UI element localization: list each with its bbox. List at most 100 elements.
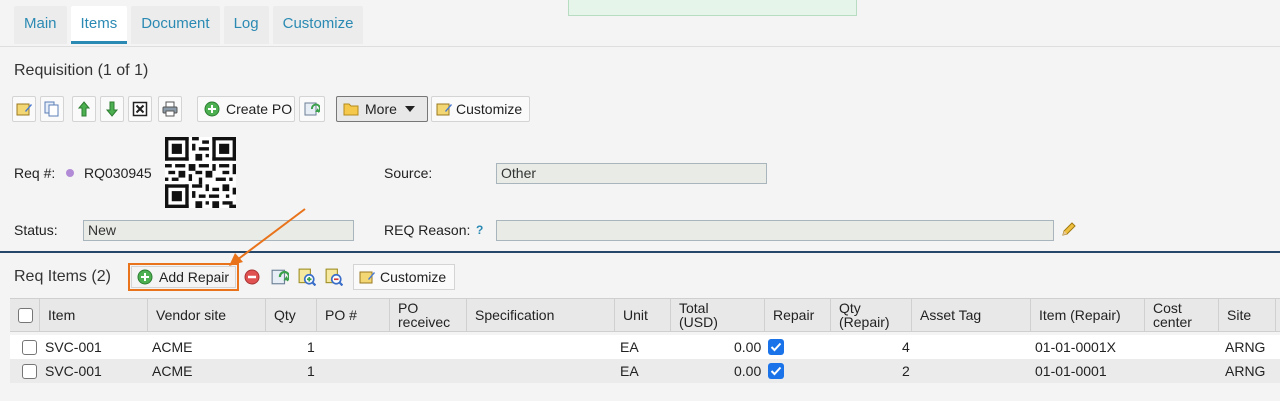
req-number-value: RQ030945 — [84, 165, 152, 181]
tab-bar: Main Items Document Log Customize — [14, 6, 367, 46]
edit-button[interactable] — [12, 96, 36, 122]
qr-code-image — [165, 137, 236, 208]
column-header-repair[interactable]: Repair — [765, 299, 831, 331]
copy-button[interactable] — [40, 96, 64, 122]
move-down-button[interactable] — [100, 96, 124, 122]
close-box-icon — [132, 101, 148, 117]
chevron-down-icon — [404, 106, 415, 112]
cell-qty-repair: 2 — [902, 363, 910, 379]
move-up-button[interactable] — [72, 96, 96, 122]
cell-item: SVC-001 — [45, 339, 102, 355]
tab-log[interactable]: Log — [223, 6, 269, 44]
edit-form-icon — [16, 103, 32, 116]
req-number-label: Req #: — [14, 165, 56, 181]
cell-total: 0.00 — [734, 363, 762, 379]
plus-circle-icon — [204, 101, 220, 117]
more-label: More — [365, 101, 397, 117]
checkmark-icon — [770, 366, 782, 376]
column-header-site[interactable]: Site — [1219, 299, 1276, 331]
column-header-item-repair[interactable]: Item (Repair) — [1031, 299, 1145, 331]
create-po-label: Create PO — [226, 101, 293, 117]
checkmark-icon — [770, 342, 782, 352]
table-header: Item Vendor site Qty PO # PO receivec Sp… — [10, 298, 1280, 332]
refresh-button[interactable] — [299, 96, 325, 122]
printer-icon — [162, 101, 178, 117]
req-reason-field[interactable] — [496, 220, 1054, 241]
column-header-po-received-label: PO receivec — [398, 300, 451, 330]
cell-site: ARNG — [1225, 363, 1266, 379]
tab-divider — [0, 46, 1280, 47]
refresh-sheet-icon — [304, 102, 320, 116]
status-field[interactable]: New — [83, 220, 354, 241]
pencil-icon[interactable] — [1060, 222, 1076, 238]
status-label: Status: — [14, 222, 58, 238]
column-header-qty-repair-label: Qty (Repair) — [839, 300, 890, 330]
cell-vendor-site: ACME — [152, 339, 193, 355]
copy-icon — [44, 101, 59, 117]
remove-circle-icon[interactable] — [244, 269, 260, 285]
cell-unit: EA — [620, 339, 639, 355]
column-header-cost-center[interactable]: Cost center — [1145, 299, 1219, 331]
column-header-total[interactable]: Total (USD) — [671, 299, 765, 331]
cell-unit: EA — [620, 363, 639, 379]
notification-toast — [568, 0, 857, 16]
requisition-title: Requisition (1 of 1) — [14, 62, 149, 79]
column-header-qty[interactable]: Qty — [266, 299, 317, 331]
column-header-unit[interactable]: Unit — [615, 299, 671, 331]
column-header-specification[interactable]: Specification — [467, 299, 615, 331]
column-header-vendor-site[interactable]: Vendor site — [148, 299, 266, 331]
tab-main[interactable]: Main — [14, 6, 67, 44]
cell-item-repair: 01-01-0001 — [1035, 363, 1107, 379]
add-repair-label: Add Repair — [159, 269, 230, 285]
cell-item-repair: 01-01-0001X — [1035, 339, 1116, 355]
row-checkbox[interactable] — [22, 340, 37, 355]
help-icon[interactable]: ? — [476, 223, 483, 237]
section-divider — [0, 251, 1280, 253]
status-dot-icon — [66, 169, 74, 177]
column-header-po-received[interactable]: PO receivec — [390, 299, 467, 331]
create-po-button[interactable]: Create PO — [197, 96, 295, 122]
tab-customize[interactable]: Customize — [272, 6, 364, 44]
repair-checkbox[interactable] — [768, 339, 784, 355]
customize-icon — [359, 271, 375, 284]
folder-icon — [343, 103, 359, 116]
tab-document[interactable]: Document — [131, 6, 220, 44]
items-customize-button[interactable]: Customize — [353, 264, 455, 290]
column-header-cost-center-label: Cost center — [1153, 300, 1192, 330]
select-all-checkbox[interactable] — [18, 307, 33, 323]
source-field[interactable]: Other — [496, 163, 767, 184]
table-row[interactable]: SVC-001 ACME 1 EA 0.00 4 01-01-0001X ARN… — [10, 335, 1280, 359]
plus-circle-icon — [137, 269, 153, 285]
zoom-in-icon[interactable] — [298, 268, 316, 286]
row-checkbox[interactable] — [22, 364, 37, 379]
column-header-item[interactable]: Item — [40, 299, 148, 331]
more-dropdown[interactable]: More — [336, 96, 428, 122]
column-header-asset-tag[interactable]: Asset Tag — [912, 299, 1031, 331]
cell-total: 0.00 — [734, 339, 762, 355]
customize-button[interactable]: Customize — [431, 96, 530, 122]
delete-button[interactable] — [128, 96, 152, 122]
zoom-out-icon[interactable] — [325, 268, 343, 286]
items-customize-label: Customize — [380, 269, 447, 285]
customize-label: Customize — [456, 101, 523, 117]
req-items-title: Req Items (2) — [14, 268, 111, 285]
refresh-sheet-icon[interactable] — [271, 268, 289, 286]
header-select-all-cell — [10, 299, 40, 331]
column-header-total-label: Total (USD) — [679, 300, 718, 330]
req-reason-label: REQ Reason: — [384, 222, 471, 238]
cell-item: SVC-001 — [45, 363, 102, 379]
column-header-qty-repair[interactable]: Qty (Repair) — [831, 299, 912, 331]
repair-checkbox[interactable] — [768, 363, 784, 379]
cell-vendor-site: ACME — [152, 363, 193, 379]
arrow-up-icon — [77, 101, 91, 117]
add-repair-button[interactable]: Add Repair — [131, 266, 236, 288]
arrow-down-icon — [105, 101, 119, 117]
print-button[interactable] — [158, 96, 182, 122]
cell-site: ARNG — [1225, 339, 1266, 355]
cell-qty: 1 — [307, 339, 315, 355]
column-header-po-number[interactable]: PO # — [317, 299, 390, 331]
cell-qty: 1 — [307, 363, 315, 379]
table-row[interactable]: SVC-001 ACME 1 EA 0.00 2 01-01-0001 ARNG — [10, 359, 1280, 383]
source-label: Source: — [384, 165, 433, 181]
tab-items[interactable]: Items — [70, 6, 128, 44]
